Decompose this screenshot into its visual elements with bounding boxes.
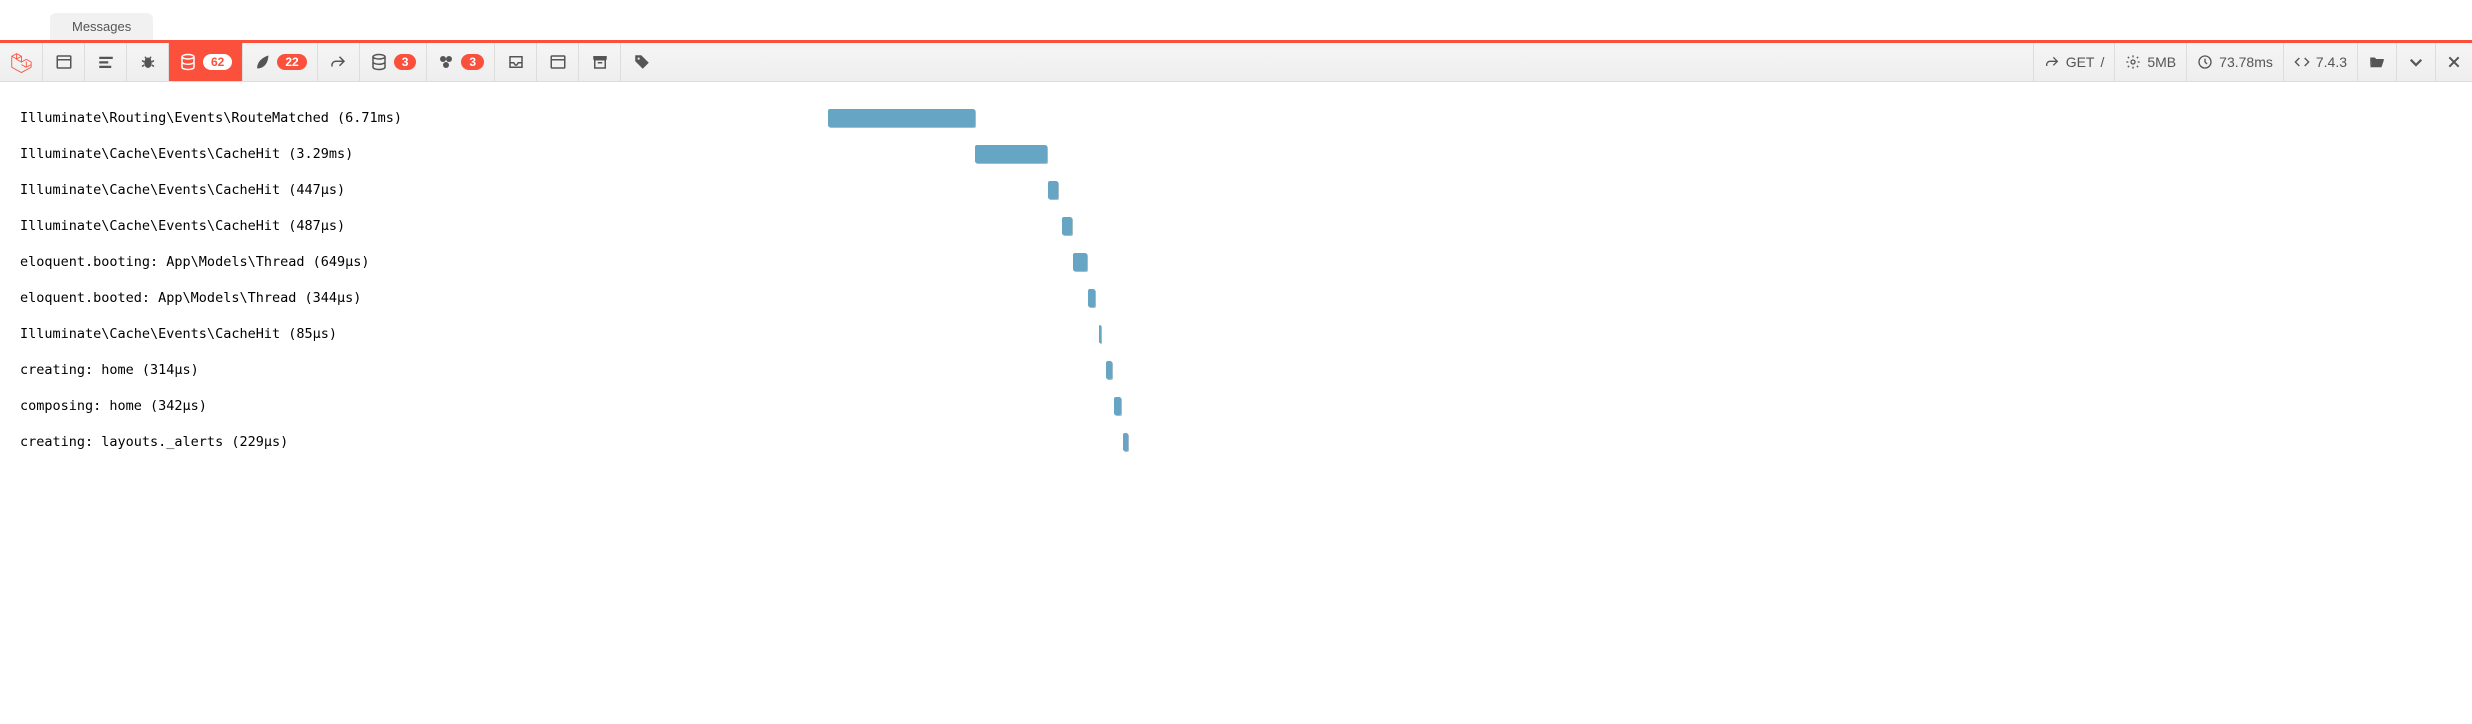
php-version-label: 7.4.3: [2316, 54, 2347, 70]
queries-button[interactable]: 62: [169, 43, 243, 81]
leaf-icon: [253, 53, 271, 71]
folder-open-icon: [2368, 53, 2386, 71]
event-label: Illuminate\Cache\Events\CacheHit (447µs): [20, 182, 820, 198]
memory-label: 5MB: [2147, 54, 2176, 70]
timeline-row[interactable]: eloquent.booting: App\Models\Thread (649…: [20, 244, 2452, 280]
path-label: /: [2100, 54, 2104, 70]
cache-badge: 22: [277, 54, 306, 70]
timeline-row[interactable]: Illuminate\Cache\Events\CacheHit (3.29ms…: [20, 136, 2452, 172]
event-bar: [1088, 289, 1096, 307]
event-bar: [1048, 181, 1058, 199]
views-button[interactable]: [537, 43, 579, 81]
event-label: creating: layouts._alerts (229µs): [20, 434, 820, 450]
event-label: composing: home (342µs): [20, 398, 820, 414]
session-button[interactable]: [579, 43, 621, 81]
bars-icon: [97, 53, 115, 71]
event-bar: [1114, 397, 1122, 415]
debugbar-toolbar: 62 22 3 3 GET / 5MB 73.78ms: [0, 40, 2472, 82]
window-icon: [549, 53, 567, 71]
event-label: eloquent.booting: App\Models\Thread (649…: [20, 254, 820, 270]
close-icon: [2446, 54, 2462, 70]
inbox-icon: [507, 53, 525, 71]
mails-button[interactable]: 3: [360, 43, 428, 81]
folder-button[interactable]: [2357, 43, 2396, 81]
cubes-icon: [437, 53, 455, 71]
tab-bar: Messages: [0, 0, 2472, 40]
timeline-row[interactable]: creating: layouts._alerts (229µs): [20, 424, 2452, 460]
laravel-logo[interactable]: [0, 43, 43, 81]
timeline-row[interactable]: Illuminate\Cache\Events\CacheHit (85µs): [20, 316, 2452, 352]
models-button[interactable]: 3: [427, 43, 495, 81]
event-label: Illuminate\Cache\Events\CacheHit (85µs): [20, 326, 820, 342]
timeline-row[interactable]: composing: home (342µs): [20, 388, 2452, 424]
event-bar: [1123, 433, 1128, 451]
clock-icon: [2197, 54, 2213, 70]
timeline-row[interactable]: Illuminate\Cache\Events\CacheHit (487µs): [20, 208, 2452, 244]
memory-info[interactable]: 5MB: [2114, 43, 2186, 81]
database-icon: [179, 53, 197, 71]
bug-icon: [139, 53, 157, 71]
mails-badge: 3: [394, 54, 417, 70]
timeline-panel: Illuminate\Routing\Events\RouteMatched (…: [0, 82, 2472, 478]
timeline-row[interactable]: creating: home (314µs): [20, 352, 2452, 388]
stack-icon: [370, 53, 388, 71]
request-button[interactable]: [621, 43, 663, 81]
panel-icon: [55, 53, 73, 71]
tags-icon: [633, 53, 651, 71]
event-bar: [1062, 217, 1073, 235]
timeline-row[interactable]: eloquent.booted: App\Models\Thread (344µ…: [20, 280, 2452, 316]
share-icon: [2044, 54, 2060, 70]
share-icon: [329, 53, 347, 71]
event-bar: [1106, 361, 1113, 379]
timeline-button[interactable]: [85, 43, 127, 81]
time-info[interactable]: 73.78ms: [2186, 43, 2283, 81]
method-label: GET: [2066, 54, 2095, 70]
gear-icon: [2125, 54, 2141, 70]
event-bar: [828, 109, 975, 127]
timeline-row[interactable]: Illuminate\Cache\Events\CacheHit (447µs): [20, 172, 2452, 208]
queries-badge: 62: [203, 54, 232, 70]
models-badge: 3: [461, 54, 484, 70]
chevron-down-icon: [2407, 53, 2425, 71]
event-bar: [975, 145, 1047, 163]
event-label: eloquent.booted: App\Models\Thread (344µ…: [20, 290, 820, 306]
time-label: 73.78ms: [2219, 54, 2273, 70]
timeline-row[interactable]: Illuminate\Routing\Events\RouteMatched (…: [20, 100, 2452, 136]
messages-button[interactable]: [43, 43, 85, 81]
tab-messages[interactable]: Messages: [50, 13, 153, 40]
close-button[interactable]: [2435, 43, 2472, 81]
request-info[interactable]: GET /: [2033, 43, 2115, 81]
event-label: Illuminate\Cache\Events\CacheHit (3.29ms…: [20, 146, 820, 162]
minimize-button[interactable]: [2396, 43, 2435, 81]
exceptions-button[interactable]: [127, 43, 169, 81]
code-icon: [2294, 54, 2310, 70]
archive-icon: [591, 53, 609, 71]
event-label: Illuminate\Routing\Events\RouteMatched (…: [20, 110, 820, 126]
route-button[interactable]: [318, 43, 360, 81]
inbox-button[interactable]: [495, 43, 537, 81]
event-label: creating: home (314µs): [20, 362, 820, 378]
event-bar: [1099, 325, 1101, 343]
event-bar: [1073, 253, 1087, 271]
event-label: Illuminate\Cache\Events\CacheHit (487µs): [20, 218, 820, 234]
php-info[interactable]: 7.4.3: [2283, 43, 2357, 81]
cache-button[interactable]: 22: [243, 43, 317, 81]
